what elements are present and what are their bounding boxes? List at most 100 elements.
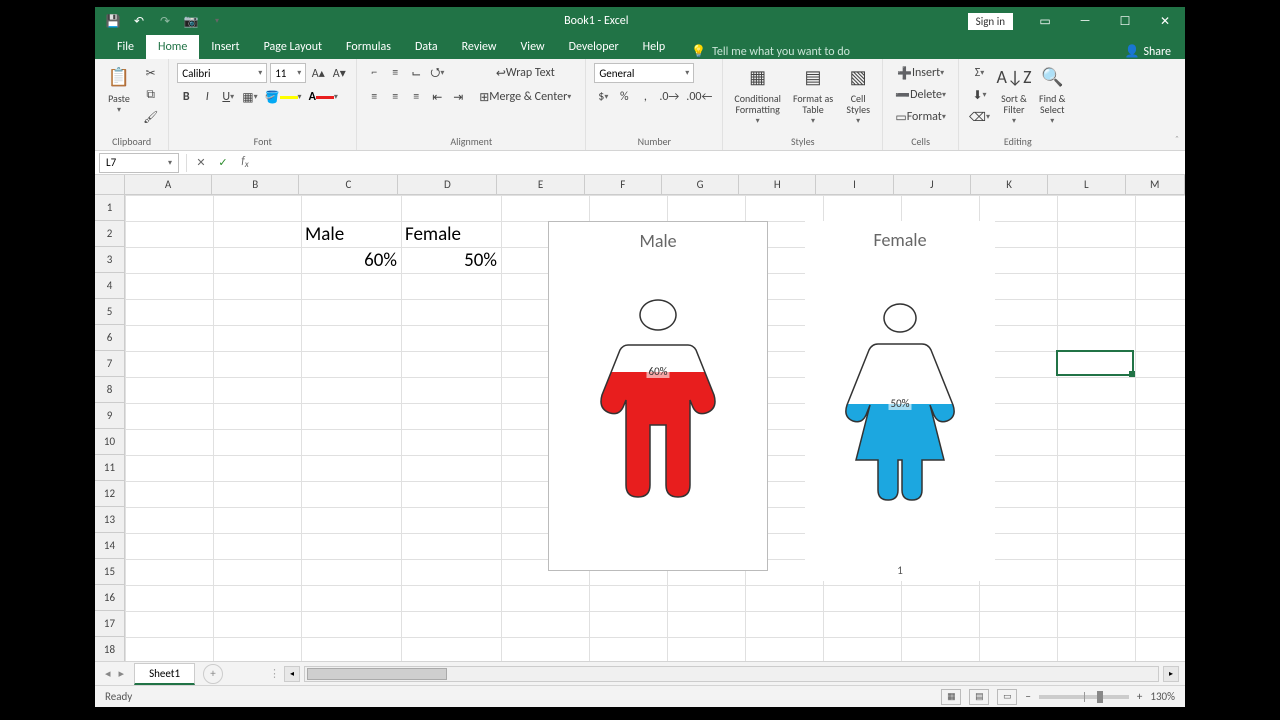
merge-center-button[interactable]: ⊞ Merge & Center ▾ xyxy=(473,87,577,107)
enter-formula-button[interactable]: ✓ xyxy=(212,156,234,169)
worksheet-grid[interactable]: ABCDEFGHIJKLM 12345678910111213141516171… xyxy=(95,175,1185,661)
grow-font-button[interactable]: A▴ xyxy=(309,63,327,83)
tab-help[interactable]: Help xyxy=(631,35,678,59)
row-header[interactable]: 18 xyxy=(95,637,124,661)
borders-button[interactable]: ▦▾ xyxy=(240,87,259,107)
row-header[interactable]: 10 xyxy=(95,429,124,455)
align-left-button[interactable]: ≡ xyxy=(365,87,383,107)
tab-page-layout[interactable]: Page Layout xyxy=(252,35,334,59)
sort-filter-button[interactable]: A↓ZSort & Filter▾ xyxy=(998,63,1030,128)
sheet-nav-next-icon[interactable]: ▸ xyxy=(119,667,125,680)
zoom-slider[interactable] xyxy=(1039,695,1129,699)
tab-insert[interactable]: Insert xyxy=(199,35,251,59)
cell[interactable]: 60% xyxy=(301,247,401,273)
row-header[interactable]: 14 xyxy=(95,533,124,559)
row-header[interactable]: 8 xyxy=(95,377,124,403)
column-header[interactable]: H xyxy=(739,175,816,194)
align-center-button[interactable]: ≡ xyxy=(386,87,404,107)
underline-button[interactable]: U▾ xyxy=(219,87,237,107)
column-header[interactable]: K xyxy=(971,175,1048,194)
zoom-in-button[interactable]: + xyxy=(1137,690,1142,703)
align-middle-button[interactable]: ≡ xyxy=(386,63,404,83)
font-name-dropdown[interactable]: Calibri▾ xyxy=(177,63,267,83)
camera-icon[interactable]: 📷 xyxy=(183,13,199,29)
format-painter-button[interactable]: 🖌 xyxy=(141,107,160,127)
cancel-formula-button[interactable]: ✕ xyxy=(190,156,212,169)
tab-formulas[interactable]: Formulas xyxy=(334,35,403,59)
comma-button[interactable]: , xyxy=(636,87,654,107)
save-icon[interactable]: 💾 xyxy=(105,13,121,29)
increase-indent-button[interactable]: ⇥ xyxy=(449,87,467,107)
row-header[interactable]: 3 xyxy=(95,247,124,273)
column-header[interactable]: M xyxy=(1126,175,1185,194)
row-header[interactable]: 6 xyxy=(95,325,124,351)
undo-icon[interactable]: ↶ xyxy=(131,13,147,29)
tab-view[interactable]: View xyxy=(509,35,557,59)
row-header[interactable]: 4 xyxy=(95,273,124,299)
wrap-text-button[interactable]: ↩ Wrap Text xyxy=(473,63,577,83)
row-header[interactable]: 15 xyxy=(95,559,124,585)
font-color-button[interactable]: A▾ xyxy=(307,87,340,107)
percent-button[interactable]: % xyxy=(615,87,633,107)
row-header[interactable]: 16 xyxy=(95,585,124,611)
row-header[interactable]: 11 xyxy=(95,455,124,481)
insert-cells-button[interactable]: ➕ Insert ▾ xyxy=(891,63,950,83)
tab-file[interactable]: File xyxy=(105,35,146,59)
format-cells-button[interactable]: ▭ Format ▾ xyxy=(891,107,950,127)
row-header[interactable]: 2 xyxy=(95,221,124,247)
share-button[interactable]: 👤Share xyxy=(1124,44,1171,59)
cell[interactable]: Female xyxy=(401,221,501,247)
zoom-out-button[interactable]: − xyxy=(1025,690,1030,703)
row-header[interactable]: 5 xyxy=(95,299,124,325)
scroll-thumb[interactable] xyxy=(307,668,447,680)
font-size-dropdown[interactable]: 11▾ xyxy=(270,63,306,83)
row-header[interactable]: 12 xyxy=(95,481,124,507)
column-header[interactable]: E xyxy=(497,175,584,194)
number-format-dropdown[interactable]: General▾ xyxy=(594,63,694,83)
fill-color-button[interactable]: 🪣▾ xyxy=(263,87,304,107)
chart-male[interactable]: Male60% xyxy=(548,221,768,571)
column-header[interactable]: B xyxy=(212,175,299,194)
shrink-font-button[interactable]: A▾ xyxy=(330,63,348,83)
fx-button[interactable]: fx xyxy=(234,154,256,170)
column-header[interactable]: F xyxy=(585,175,662,194)
select-all-button[interactable] xyxy=(95,175,125,195)
cut-button[interactable]: ✂ xyxy=(141,63,160,83)
signin-button[interactable]: Sign in xyxy=(968,13,1013,30)
column-header[interactable]: I xyxy=(816,175,893,194)
row-header[interactable]: 1 xyxy=(95,195,124,221)
new-sheet-button[interactable]: + xyxy=(203,664,223,684)
clear-button[interactable]: ⌫▾ xyxy=(967,107,992,127)
accounting-button[interactable]: $▾ xyxy=(594,87,612,107)
column-header[interactable]: A xyxy=(125,175,212,194)
decrease-indent-button[interactable]: ⇤ xyxy=(428,87,446,107)
bold-button[interactable]: B xyxy=(177,87,195,107)
sheet-tab[interactable]: Sheet1 xyxy=(134,663,195,685)
column-header[interactable]: C xyxy=(299,175,398,194)
row-header[interactable]: 13 xyxy=(95,507,124,533)
normal-view-button[interactable]: ▦ xyxy=(941,689,961,705)
find-select-button[interactable]: 🔍Find & Select▾ xyxy=(1036,63,1068,128)
row-header[interactable]: 9 xyxy=(95,403,124,429)
scroll-left-icon[interactable]: ◂ xyxy=(284,666,300,682)
autosum-button[interactable]: Σ▾ xyxy=(967,63,992,83)
horizontal-scrollbar[interactable]: ⋮ ◂ ▸ xyxy=(263,666,1185,682)
page-layout-view-button[interactable]: ▤ xyxy=(969,689,989,705)
italic-button[interactable]: I xyxy=(198,87,216,107)
paste-button[interactable]: 📋 Paste ▾ xyxy=(103,63,135,117)
increase-decimal-button[interactable]: .0→ xyxy=(657,87,681,107)
minimize-icon[interactable]: — xyxy=(1065,7,1105,35)
name-box[interactable]: L7▾ xyxy=(99,153,179,173)
align-bottom-button[interactable]: ⌙ xyxy=(407,63,425,83)
orientation-button[interactable]: ⭯▾ xyxy=(428,63,446,83)
tab-home[interactable]: Home xyxy=(146,35,199,59)
tell-me-search[interactable]: 💡Tell me what you want to do xyxy=(677,44,850,59)
cell-styles-button[interactable]: ▧Cell Styles▾ xyxy=(842,63,874,128)
align-top-button[interactable]: ⌐ xyxy=(365,63,383,83)
page-break-view-button[interactable]: ▭ xyxy=(997,689,1017,705)
scroll-right-icon[interactable]: ▸ xyxy=(1163,666,1179,682)
row-header[interactable]: 7 xyxy=(95,351,124,377)
column-header[interactable]: J xyxy=(894,175,971,194)
cell[interactable]: 50% xyxy=(401,247,501,273)
conditional-formatting-button[interactable]: ▦Conditional Formatting▾ xyxy=(731,63,784,128)
